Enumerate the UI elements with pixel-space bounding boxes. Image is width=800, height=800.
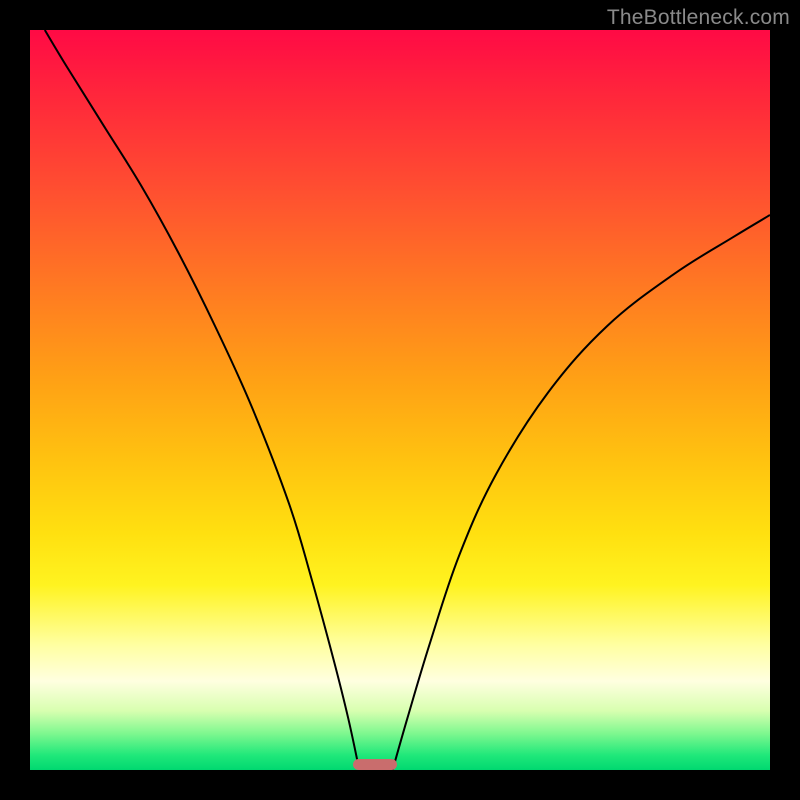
plot-area — [30, 30, 770, 770]
curve-svg — [30, 30, 770, 770]
curve-left-branch — [45, 30, 360, 770]
bottleneck-marker — [353, 759, 397, 770]
watermark-text: TheBottleneck.com — [607, 6, 790, 30]
curve-right-branch — [393, 215, 770, 770]
chart-frame: TheBottleneck.com — [0, 0, 800, 800]
